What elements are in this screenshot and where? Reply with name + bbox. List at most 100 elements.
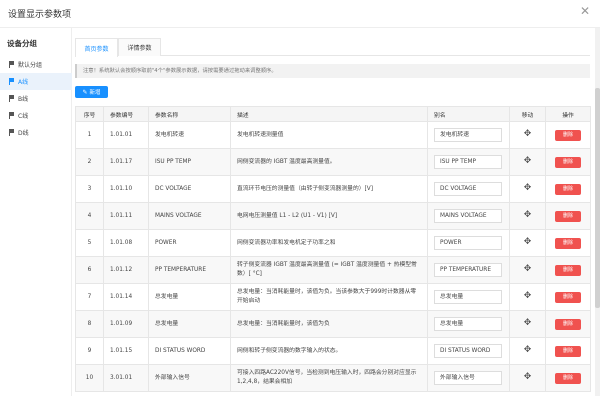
delete-button[interactable]: 删除 (555, 345, 581, 357)
cell-code: 1.01.09 (103, 310, 149, 338)
table-row: 10 3.01.01 外部输入信号 可接入四路AC220V信号，当检测到电压输入时，四… (75, 364, 591, 392)
alias-input[interactable]: 总发电量 (434, 317, 502, 331)
alias-input[interactable]: DC VOLTAGE (434, 182, 502, 196)
add-button-label: 新增 (89, 90, 101, 96)
sidebar-item-line-c[interactable]: C线 (0, 107, 72, 124)
scrollbar[interactable] (595, 28, 600, 396)
cell-seq: 10 (75, 364, 104, 392)
table-row: 7 1.01.14 总发电量 总发电量：当消耗能量时，该值为负。当该参数大于999时计… (75, 283, 591, 311)
move-icon[interactable]: ✥ (524, 237, 532, 247)
cell-seq: 7 (75, 283, 104, 311)
sidebar: 设备分组 默认分组 A线 B线 C线 D线 (0, 28, 72, 396)
sidebar-title: 设备分组 (7, 39, 37, 48)
delete-button[interactable]: 删除 (555, 318, 581, 330)
cell-action: 删除 (545, 121, 591, 149)
cell-alias: DI STATUS WORD (427, 337, 510, 365)
cell-seq: 4 (75, 202, 104, 230)
table-row: 9 1.01.15 DI STATUS WORD 网侧和转子侧变流器的数字输入的状态。… (75, 337, 591, 365)
header-name: 参数名称 (148, 106, 231, 122)
move-icon[interactable]: ✥ (524, 372, 532, 382)
close-icon[interactable]: ✕ (580, 5, 590, 17)
cell-alias: PP TEMPERATURE (427, 256, 510, 284)
alias-input[interactable]: POWER (434, 236, 502, 250)
sidebar-item-label: 默认分组 (18, 62, 43, 69)
cell-name: 总发电量 (148, 283, 231, 311)
params-table: 序号 参数编号 参数名称 描述 别名 移动 操作 1 1.01.01 发电机转速 发电… (75, 106, 591, 392)
sidebar-item-label: B线 (18, 96, 29, 103)
cell-move: ✥ (509, 121, 546, 149)
cell-action: 删除 (545, 283, 591, 311)
header-desc: 描述 (230, 106, 428, 122)
move-icon[interactable]: ✥ (524, 210, 532, 220)
alias-input[interactable]: ISU PP TEMP (434, 155, 502, 169)
cell-alias: 总发电量 (427, 283, 510, 311)
cell-move: ✥ (509, 364, 546, 392)
move-icon[interactable]: ✥ (524, 183, 532, 193)
cell-alias: POWER (427, 229, 510, 257)
cell-action: 删除 (545, 256, 591, 284)
cell-name: DI STATUS WORD (148, 337, 231, 365)
delete-button[interactable]: 删除 (555, 156, 581, 168)
sidebar-item-label: C线 (18, 113, 29, 120)
move-icon[interactable]: ✥ (524, 156, 532, 166)
delete-button[interactable]: 删除 (555, 210, 581, 222)
header-code: 参数编号 (103, 106, 149, 122)
cell-move: ✥ (509, 229, 546, 257)
flag-icon (9, 61, 14, 68)
alias-input[interactable]: MAINS VOLTAGE (434, 209, 502, 223)
notice-banner: 注意！系统默认会按顺序取前"4个"参数展示数据，请按需要通过拖动来调整顺序。 (75, 64, 590, 78)
cell-action: 删除 (545, 229, 591, 257)
header-move: 移动 (509, 106, 546, 122)
move-icon[interactable]: ✥ (524, 345, 532, 355)
delete-button[interactable]: 删除 (555, 183, 581, 195)
dialog-title: 设置显示参数项 (8, 10, 72, 20)
move-icon[interactable]: ✥ (524, 318, 532, 328)
cell-alias: 发电机转速 (427, 121, 510, 149)
delete-button[interactable]: 删除 (555, 129, 581, 141)
cell-seq: 1 (75, 121, 104, 149)
table-row: 5 1.01.08 POWER 网侧变流器功率和发电机定子功率之和 POWER ✥ 删除 (75, 229, 591, 257)
table-header-row: 序号 参数编号 参数名称 描述 别名 移动 操作 (75, 106, 591, 122)
flag-icon (9, 112, 14, 119)
move-icon[interactable]: ✥ (524, 264, 532, 274)
cell-code: 1.01.01 (103, 121, 149, 149)
tab-bar: 首页参数 详情参数 (75, 38, 590, 57)
alias-input[interactable]: 发电机转速 (434, 128, 502, 142)
delete-button[interactable]: 删除 (555, 291, 581, 303)
sidebar-item-default[interactable]: 默认分组 (0, 56, 72, 73)
flag-icon (9, 129, 14, 136)
cell-seq: 3 (75, 175, 104, 203)
cell-name: 总发电量 (148, 310, 231, 338)
sidebar-item-line-a[interactable]: A线 (0, 73, 72, 90)
cell-alias: 总发电量 (427, 310, 510, 338)
table-row: 1 1.01.01 发电机转速 发电机转速测量值 发电机转速 ✥ 删除 (75, 121, 591, 149)
cell-desc: 转子侧变流器 IGBT 温度最高测量值 (= IGBT 温度测量值 + 热模型常… (230, 256, 428, 284)
cell-code: 1.01.12 (103, 256, 149, 284)
delete-button[interactable]: 删除 (555, 372, 581, 384)
sidebar-item-line-d[interactable]: D线 (0, 124, 72, 141)
delete-button[interactable]: 删除 (555, 264, 581, 276)
sidebar-item-label: D线 (18, 130, 29, 137)
cell-action: 删除 (545, 310, 591, 338)
add-button[interactable]: ✎ 新增 (75, 86, 108, 98)
delete-button[interactable]: 删除 (555, 237, 581, 249)
tab-detail-params[interactable]: 详情参数 (118, 38, 161, 56)
alias-input[interactable]: 总发电量 (434, 290, 502, 304)
cell-move: ✥ (509, 175, 546, 203)
cell-name: DC VOLTAGE (148, 175, 231, 203)
tab-home-params[interactable]: 首页参数 (75, 38, 118, 57)
cell-seq: 6 (75, 256, 104, 284)
alias-input[interactable]: DI STATUS WORD (434, 344, 502, 358)
cell-seq: 5 (75, 229, 104, 257)
header-alias: 别名 (427, 106, 510, 122)
alias-input[interactable]: 外部输入信号 (434, 371, 502, 385)
cell-desc: 网侧和转子侧变流器的数字输入的状态。 (230, 337, 428, 365)
move-icon[interactable]: ✥ (524, 129, 532, 139)
scrollbar-thumb[interactable] (595, 88, 600, 308)
cell-name: MAINS VOLTAGE (148, 202, 231, 230)
move-icon[interactable]: ✥ (524, 291, 532, 301)
cell-desc: 总发电量：当消耗能量时，该值为负。当该参数大于999时计数器从零开始启动 (230, 283, 428, 311)
dialog-header: 设置显示参数项 ✕ (0, 0, 600, 28)
sidebar-item-line-b[interactable]: B线 (0, 90, 72, 107)
alias-input[interactable]: PP TEMPERATURE (434, 263, 502, 277)
